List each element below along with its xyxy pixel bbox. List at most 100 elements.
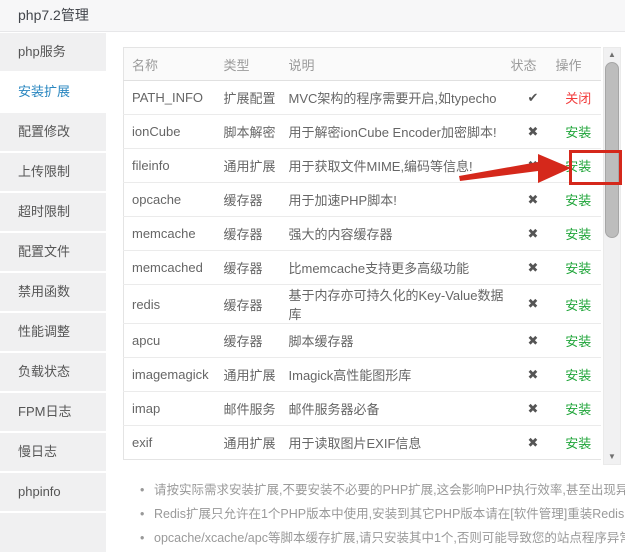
ext-desc: MVC架构的程序需要开启,如typecho — [284, 81, 511, 115]
ext-desc: 用于解密ionCube Encoder加密脚本! — [284, 115, 511, 149]
ext-status-cell: ✔ — [511, 81, 556, 115]
annotation-arrow — [456, 151, 574, 185]
ext-action-cell: 安装 — [556, 426, 602, 460]
sidebar-item-install-extensions[interactable]: 安装扩展 — [0, 73, 106, 111]
page-title: php7.2管理 — [18, 0, 89, 31]
status-disabled-icon: ✖ — [528, 226, 539, 241]
ext-status-cell: ✖ — [511, 426, 556, 460]
action-install-redis[interactable]: 安装 — [565, 298, 591, 313]
table-header-row: 名称类型说明状态操作 — [124, 48, 602, 81]
ext-desc: 强大的内容缓存器 — [284, 217, 511, 251]
table-row: imagemagick通用扩展Imagick高性能图形库 ✖ 安装 — [124, 358, 602, 392]
sidebar-item-php-service[interactable]: php服务 — [0, 33, 106, 71]
sidebar-filler — [0, 513, 106, 552]
status-enabled-icon: ✔ — [528, 90, 539, 105]
ext-name: fileinfo — [124, 149, 219, 183]
table-row: memcached缓存器比memcache支持更多高级功能✖安装 — [124, 251, 602, 285]
scrollbar-down-button[interactable]: ▼ — [604, 450, 620, 464]
ext-type: 缓存器 — [219, 217, 284, 251]
status-disabled-icon: ✖ — [528, 296, 539, 311]
ext-name: imagemagick — [124, 358, 219, 392]
annotation-highlight-box — [569, 150, 622, 185]
sidebar-item-disabled-functions[interactable]: 禁用函数 — [0, 273, 106, 311]
ext-action-cell: 安装 — [556, 217, 602, 251]
ext-status-cell: ✖ — [511, 183, 556, 217]
sidebar-item-phpinfo[interactable]: phpinfo — [0, 473, 106, 511]
ext-status-cell: ✖ — [511, 392, 556, 426]
column-header-4: 操作 — [556, 48, 602, 81]
scroll-down-icon: ▼ — [608, 452, 616, 461]
action-install-opcache[interactable]: 安装 — [565, 193, 591, 208]
ext-name: ionCube — [124, 115, 219, 149]
ext-type: 缓存器 — [219, 285, 284, 324]
ext-type: 通用扩展 — [219, 358, 284, 392]
notes-list: 请按实际需求安装扩展,不要安装不必要的PHP扩展,这会影响PHP执行效率,甚至出… — [140, 478, 625, 550]
ext-desc: Imagick高性能图形库 — [284, 358, 511, 392]
ext-status-cell: ✖ — [511, 251, 556, 285]
ext-desc: 邮件服务器必备 — [284, 392, 511, 426]
status-disabled-icon: ✖ — [528, 124, 539, 139]
column-header-0: 名称 — [124, 48, 219, 81]
sidebar: php服务安装扩展配置修改上传限制超时限制配置文件禁用函数性能调整负载状态FPM… — [0, 32, 106, 552]
ext-name: opcache — [124, 183, 219, 217]
ext-name: memcache — [124, 217, 219, 251]
table-row: opcache缓存器用于加速PHP脚本!✖安装 — [124, 183, 602, 217]
extensions-scroll-region: 名称类型说明状态操作 PATH_INFO扩展配置MVC架构的程序需要开启,如ty… — [123, 47, 601, 465]
title-bar: php7.2管理 — [0, 0, 625, 32]
column-header-1: 类型 — [219, 48, 284, 81]
sidebar-item-config-file[interactable]: 配置文件 — [0, 233, 106, 271]
note-item-2: Redis扩展只允许在1个PHP版本中使用,安装到其它PHP版本请在[软件管理]… — [140, 502, 625, 526]
status-disabled-icon: ✖ — [528, 260, 539, 275]
ext-name: apcu — [124, 324, 219, 358]
table-row: imap邮件服务邮件服务器必备✖安装 — [124, 392, 602, 426]
sidebar-item-performance-tuning[interactable]: 性能调整 — [0, 313, 106, 351]
column-header-2: 说明 — [284, 48, 511, 81]
ext-type: 缓存器 — [219, 251, 284, 285]
table-scrollbar[interactable]: ▲ ▼ — [603, 47, 621, 465]
note-item-1: 请按实际需求安装扩展,不要安装不必要的PHP扩展,这会影响PHP执行效率,甚至出… — [140, 478, 625, 502]
status-disabled-icon: ✖ — [528, 401, 539, 416]
sidebar-item-upload-limit[interactable]: 上传限制 — [0, 153, 106, 191]
ext-type: 通用扩展 — [219, 426, 284, 460]
ext-status-cell: ✖ — [511, 285, 556, 324]
ext-action-cell: 关闭 — [556, 81, 602, 115]
ext-name: imap — [124, 392, 219, 426]
action-close-PATH_INFO[interactable]: 关闭 — [565, 91, 591, 106]
ext-action-cell: 安装 — [556, 251, 602, 285]
status-disabled-icon: ✖ — [528, 192, 539, 207]
action-install-exif[interactable]: 安装 — [565, 436, 591, 451]
status-disabled-icon: ✖ — [528, 333, 539, 348]
ext-action-cell: 安装 — [556, 115, 602, 149]
scrollbar-up-button[interactable]: ▲ — [604, 48, 620, 62]
sidebar-item-fpm-log[interactable]: FPM日志 — [0, 393, 106, 431]
note-item-3: opcache/xcache/apc等脚本缓存扩展,请只安装其中1个,否则可能导… — [140, 526, 625, 550]
action-install-memcached[interactable]: 安装 — [565, 261, 591, 276]
sidebar-item-timeout-limit[interactable]: 超时限制 — [0, 193, 106, 231]
sidebar-item-config-edit[interactable]: 配置修改 — [0, 113, 106, 151]
status-disabled-icon: ✖ — [528, 435, 539, 450]
action-install-imagemagick[interactable]: 安装 — [565, 368, 591, 383]
status-disabled-icon: ✖ — [528, 367, 539, 382]
ext-type: 扩展配置 — [219, 81, 284, 115]
sidebar-item-slow-log[interactable]: 慢日志 — [0, 433, 106, 471]
sidebar-item-load-status[interactable]: 负载状态 — [0, 353, 106, 391]
ext-name: exif — [124, 426, 219, 460]
ext-type: 脚本解密 — [219, 115, 284, 149]
action-install-imap[interactable]: 安装 — [565, 402, 591, 417]
ext-desc: 用于加速PHP脚本! — [284, 183, 511, 217]
action-install-memcache[interactable]: 安装 — [565, 227, 591, 242]
ext-type: 通用扩展 — [219, 149, 284, 183]
ext-status-cell: ✖ — [511, 358, 556, 392]
action-install-ionCube[interactable]: 安装 — [565, 125, 591, 140]
ext-desc: 基于内存亦可持久化的Key-Value数据库 — [284, 285, 511, 324]
ext-status-cell: ✖ — [511, 324, 556, 358]
ext-status-cell: ✖ — [511, 217, 556, 251]
ext-desc: 用于读取图片EXIF信息 — [284, 426, 511, 460]
ext-action-cell: 安装 — [556, 285, 602, 324]
column-header-3: 状态 — [511, 48, 556, 81]
ext-action-cell: 安装 — [556, 183, 602, 217]
action-install-apcu[interactable]: 安装 — [565, 334, 591, 349]
ext-action-cell: 安装 — [556, 392, 602, 426]
table-row: memcache缓存器强大的内容缓存器 ✖ 安装 — [124, 217, 602, 251]
extensions-table: 名称类型说明状态操作 PATH_INFO扩展配置MVC架构的程序需要开启,如ty… — [123, 47, 601, 460]
